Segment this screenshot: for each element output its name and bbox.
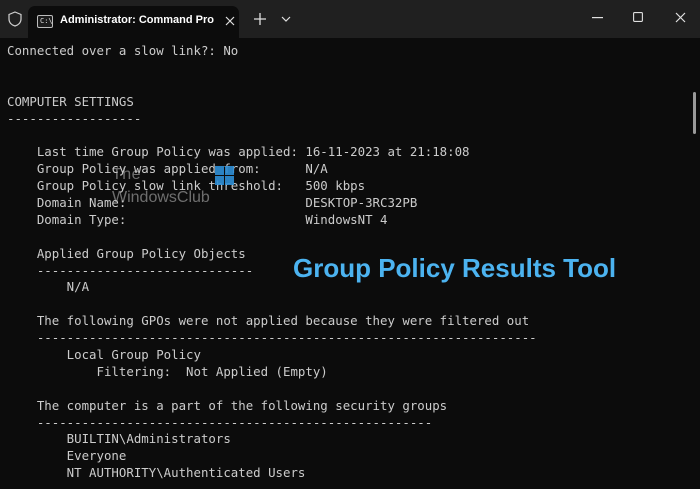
title-bar: C:\ Administrator: Command Pro	[0, 0, 700, 38]
maximize-icon[interactable]	[633, 12, 643, 22]
close-tab-icon[interactable]	[224, 15, 236, 27]
console-line: COMPUTER SETTINGS	[7, 93, 134, 109]
console-line: Group Policy slow link threshold: 500 kb…	[7, 178, 366, 194]
console-line: ----------------------------------------…	[7, 414, 433, 430]
watermark-logo: The WindowsClub	[112, 164, 242, 212]
new-tab-icon[interactable]	[253, 12, 267, 26]
console-line: Connected over a slow link?: No	[7, 43, 239, 58]
console-line: BUILTIN\Administrators	[7, 431, 231, 447]
tab-administrator-command-prompt[interactable]: C:\ Administrator: Command Pro	[28, 6, 239, 38]
console-line: Local Group Policy	[7, 347, 201, 363]
console-line: The following GPOs were not applied beca…	[7, 313, 530, 329]
windows-logo-icon	[215, 166, 235, 186]
close-window-icon[interactable]	[675, 12, 686, 23]
chevron-down-icon[interactable]	[281, 15, 291, 23]
console-line: Domain Type: WindowsNT 4	[7, 211, 388, 227]
console-line: ------------------	[7, 110, 142, 126]
command-prompt-icon: C:\	[37, 15, 53, 28]
watermark-text-line1: The	[112, 166, 142, 183]
console-line: Filtering: Not Applied (Empty)	[7, 363, 328, 379]
console-line: Domain Name: DESKTOP-3RC32PB	[7, 195, 418, 211]
console-line: Last time Group Policy was applied: 16-1…	[7, 144, 470, 160]
overlay-caption: Group Policy Results Tool	[293, 253, 617, 283]
tab-title: Administrator: Command Pro	[60, 14, 215, 26]
console-line: Group Policy was applied from: N/A	[7, 161, 328, 177]
watermark-text-line2: WindowsClub	[112, 189, 210, 206]
command-prompt-icon-text: C:\	[40, 17, 53, 25]
scrollbar-thumb[interactable]	[693, 92, 696, 134]
terminal-window: C:\ Administrator: Command Pro Connected…	[0, 0, 700, 489]
console-line: Everyone	[7, 448, 127, 464]
console-line: ----------------------------------------…	[7, 330, 537, 346]
minimize-icon[interactable]	[592, 17, 603, 19]
console-line: The computer is a part of the following …	[7, 397, 448, 413]
console-line: NT AUTHORITY\Authenticated Users	[7, 465, 306, 481]
shield-icon	[8, 11, 22, 27]
